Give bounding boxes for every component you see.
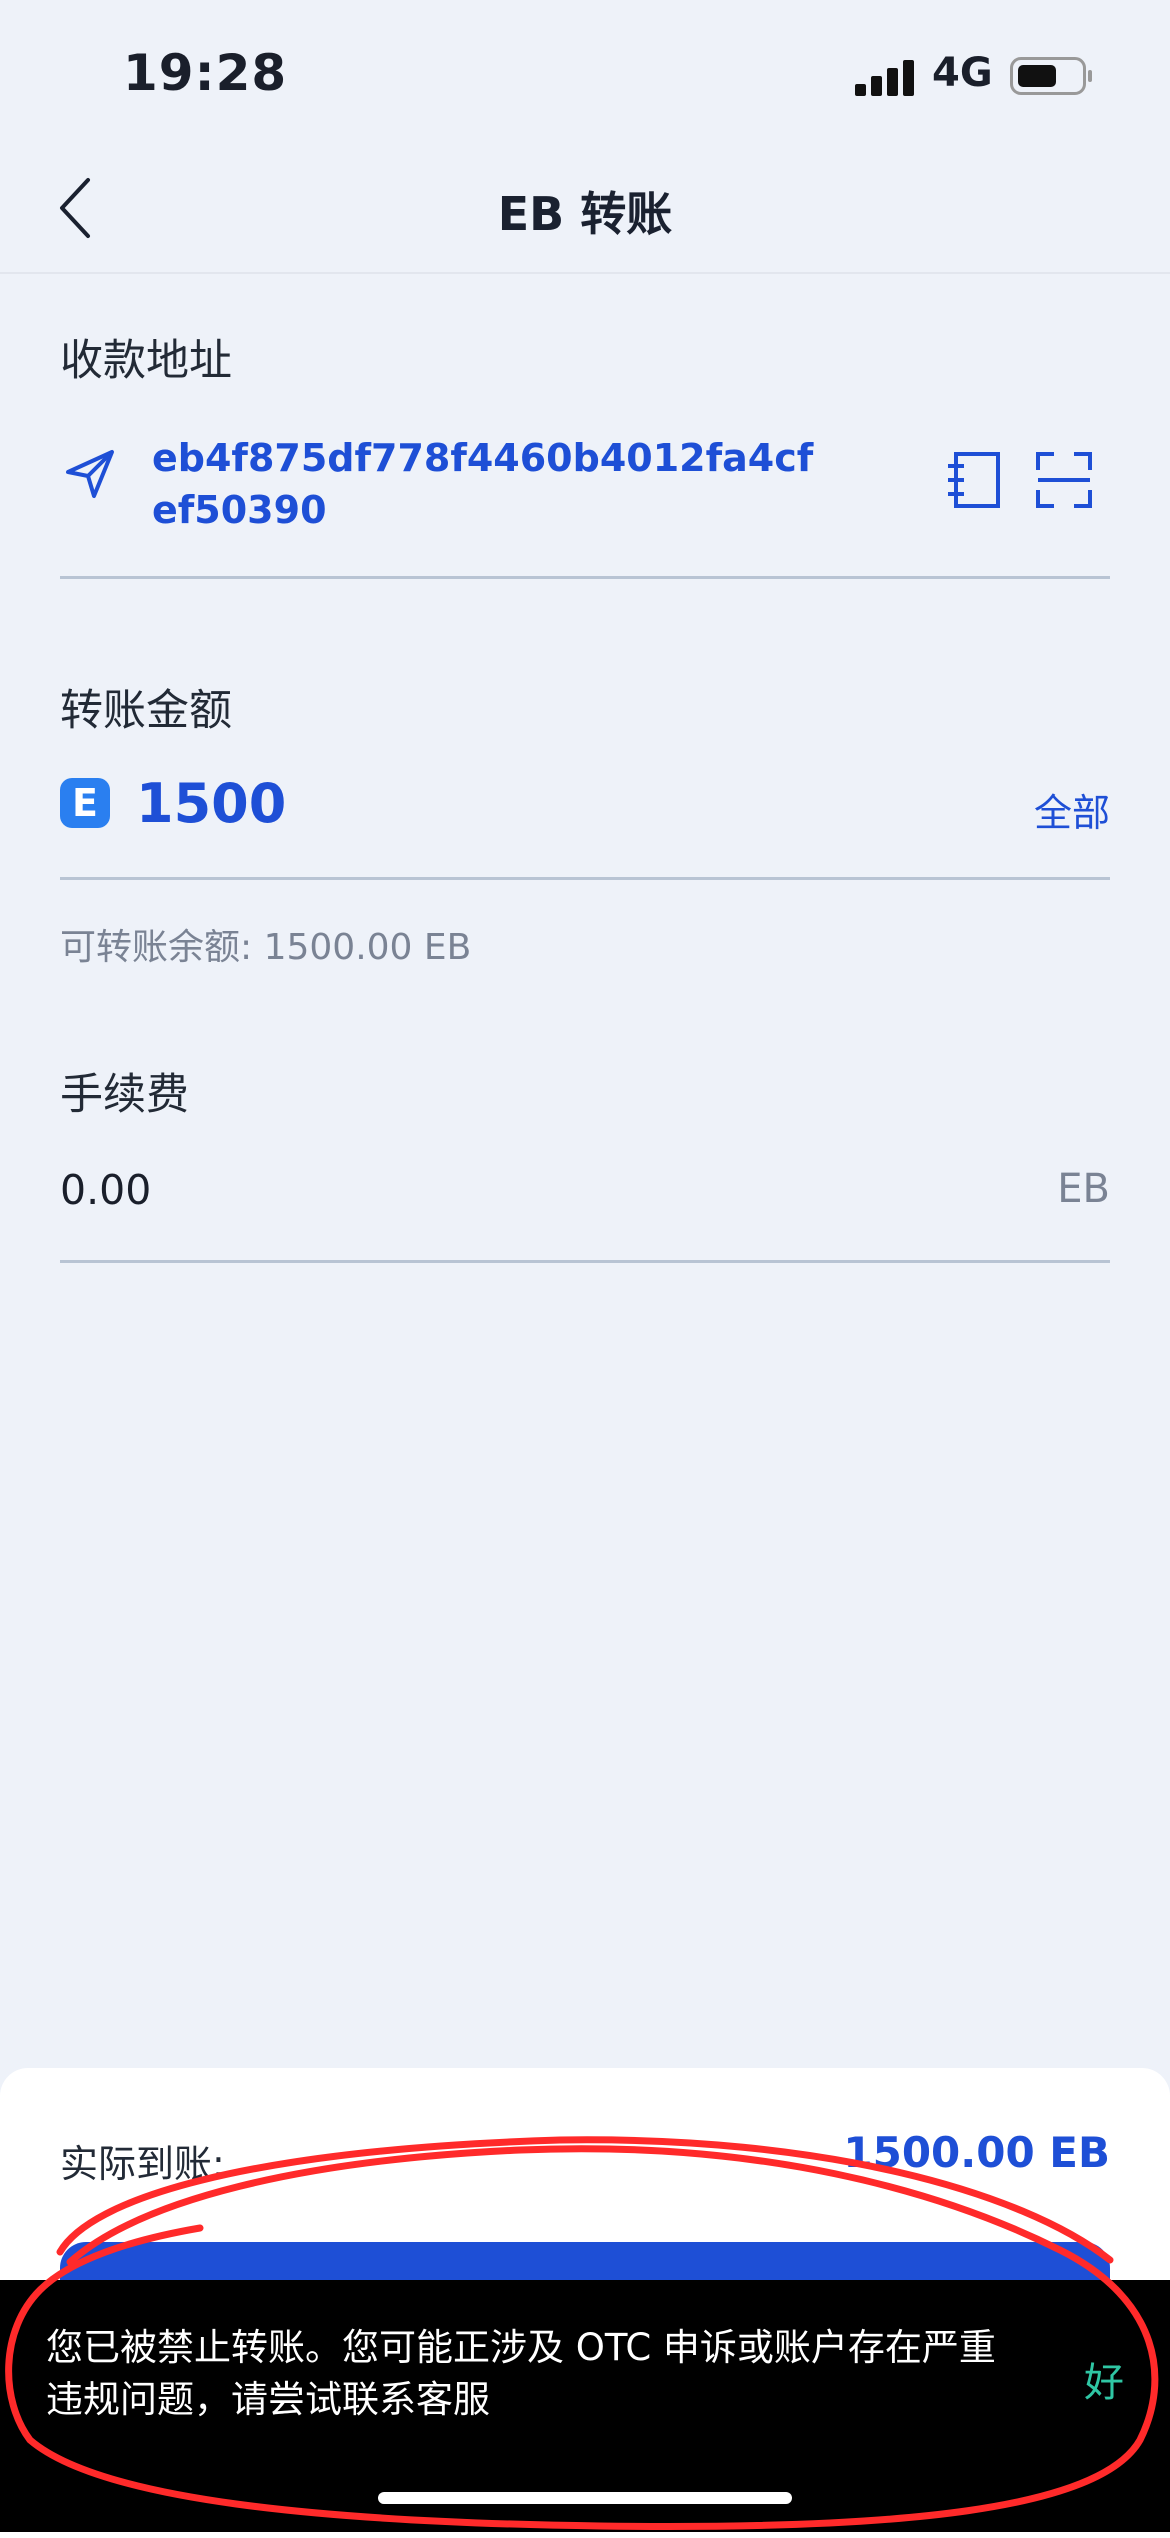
recipient-label: 收款地址 [60, 336, 232, 386]
fee-divider [60, 1260, 1110, 1263]
fee-unit: EB [1057, 1166, 1110, 1212]
nav-divider [0, 272, 1170, 274]
amount-input[interactable]: 1500 [136, 772, 286, 835]
network-type: 4G [932, 50, 993, 96]
scan-icon [1036, 452, 1092, 508]
eb-coin-icon: E [60, 778, 110, 828]
amount-divider [60, 877, 1110, 880]
toast-ok-button[interactable]: 好 [1084, 2350, 1124, 2408]
send-icon [64, 448, 116, 504]
signal-icon [855, 56, 915, 96]
all-amount-button[interactable]: 全部 [1034, 782, 1110, 837]
recipient-address-input[interactable]: eb4f875df778f4460b4012fa4cfef50390 [152, 432, 832, 536]
actual-received-label: 实际到账: [60, 2142, 225, 2186]
battery-icon [1010, 57, 1092, 95]
actual-received-value: 1500.00 EB [843, 2128, 1110, 2177]
status-time: 19:28 [123, 44, 288, 102]
address-divider [60, 576, 1110, 579]
address-book-button[interactable] [946, 450, 1002, 514]
amount-label: 转账金额 [60, 686, 232, 736]
toast-message: 您已被禁止转账。您可能正涉及 OTC 申诉或账户存在严重违规问题，请尝试联系客服 [46, 2326, 996, 2421]
fee-label: 手续费 [60, 1070, 189, 1120]
available-balance: 可转账余额: 1500.00 EB [60, 927, 472, 968]
fee-value: 0.00 [60, 1166, 152, 1214]
scan-button[interactable] [1034, 450, 1094, 514]
page-title: EB 转账 [497, 187, 673, 241]
home-indicator[interactable] [378, 2492, 792, 2504]
address-book-icon [948, 452, 1000, 508]
